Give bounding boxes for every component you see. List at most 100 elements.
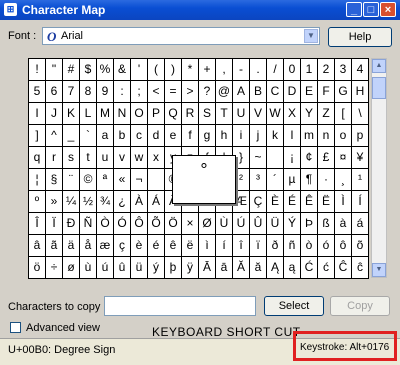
- char-cell[interactable]: Ù: [216, 213, 233, 235]
- scroll-down-icon[interactable]: ▼: [372, 263, 386, 277]
- char-cell[interactable]: à: [335, 213, 352, 235]
- char-cell[interactable]: è: [131, 235, 148, 257]
- char-cell[interactable]: t: [80, 147, 97, 169]
- char-cell[interactable]: &: [114, 59, 131, 81]
- char-cell[interactable]: e: [165, 125, 182, 147]
- chevron-down-icon[interactable]: ▼: [304, 29, 318, 43]
- char-cell[interactable]: J: [46, 103, 63, 125]
- char-cell[interactable]: v: [114, 147, 131, 169]
- char-cell[interactable]: ö: [29, 257, 46, 279]
- advanced-view-checkbox[interactable]: [10, 322, 21, 333]
- char-cell[interactable]: ¹: [352, 169, 369, 191]
- char-cell[interactable]: Y: [301, 103, 318, 125]
- char-cell[interactable]: %: [97, 59, 114, 81]
- char-cell[interactable]: Û: [250, 213, 267, 235]
- char-cell[interactable]: Ĉ: [335, 257, 352, 279]
- char-cell[interactable]: ): [165, 59, 182, 81]
- font-select[interactable]: O Arial ▼: [42, 27, 320, 45]
- copy-button[interactable]: Copy: [330, 296, 390, 316]
- char-cell[interactable]: [: [335, 103, 352, 125]
- char-cell[interactable]: $: [80, 59, 97, 81]
- char-cell[interactable]: F: [318, 81, 335, 103]
- char-cell[interactable]: +: [199, 59, 216, 81]
- char-cell[interactable]: £: [318, 147, 335, 169]
- char-cell[interactable]: º: [29, 191, 46, 213]
- char-cell[interactable]: ^: [46, 125, 63, 147]
- char-cell[interactable]: 1: [301, 59, 318, 81]
- char-cell[interactable]: d: [148, 125, 165, 147]
- minimize-button[interactable]: _: [346, 2, 362, 17]
- char-cell[interactable]: þ: [165, 257, 182, 279]
- char-cell[interactable]: Ò: [97, 213, 114, 235]
- char-cell[interactable]: ß: [318, 213, 335, 235]
- char-cell[interactable]: ï: [250, 235, 267, 257]
- char-cell[interactable]: í: [216, 235, 233, 257]
- char-cell[interactable]: ³: [250, 169, 267, 191]
- char-cell[interactable]: Ó: [114, 213, 131, 235]
- char-cell[interactable]: â: [29, 235, 46, 257]
- char-cell[interactable]: ú: [97, 257, 114, 279]
- char-cell[interactable]: ;: [131, 81, 148, 103]
- char-cell[interactable]: û: [114, 257, 131, 279]
- char-cell[interactable]: *: [182, 59, 199, 81]
- char-cell[interactable]: ă: [250, 257, 267, 279]
- char-cell[interactable]: õ: [352, 235, 369, 257]
- char-cell[interactable]: r: [46, 147, 63, 169]
- char-cell[interactable]: K: [63, 103, 80, 125]
- scroll-thumb[interactable]: [372, 77, 386, 99]
- char-cell[interactable]: é: [148, 235, 165, 257]
- char-cell[interactable]: Ă: [233, 257, 250, 279]
- char-cell[interactable]: æ: [97, 235, 114, 257]
- char-cell[interactable]: È: [267, 191, 284, 213]
- char-cell[interactable]: ­: [148, 169, 165, 191]
- char-cell[interactable]: ÿ: [182, 257, 199, 279]
- char-cell[interactable]: ì: [199, 235, 216, 257]
- char-cell[interactable]: G: [335, 81, 352, 103]
- char-cell[interactable]: ¤: [335, 147, 352, 169]
- char-cell[interactable]: ©: [80, 169, 97, 191]
- char-cell[interactable]: X: [284, 103, 301, 125]
- characters-to-copy-input[interactable]: [104, 296, 256, 316]
- char-cell[interactable]: g: [199, 125, 216, 147]
- char-cell[interactable]: /: [267, 59, 284, 81]
- char-cell[interactable]: L: [80, 103, 97, 125]
- char-cell[interactable]: ]: [29, 125, 46, 147]
- char-cell[interactable]: ê: [165, 235, 182, 257]
- char-cell[interactable]: I: [29, 103, 46, 125]
- char-cell[interactable]: H: [352, 81, 369, 103]
- char-cell[interactable]: ý: [148, 257, 165, 279]
- char-cell[interactable]: l: [284, 125, 301, 147]
- char-cell[interactable]: ¢: [301, 147, 318, 169]
- char-cell[interactable]: B: [250, 81, 267, 103]
- char-cell[interactable]: j: [250, 125, 267, 147]
- char-cell[interactable]: »: [46, 191, 63, 213]
- close-button[interactable]: ×: [380, 2, 396, 17]
- char-cell[interactable]: 4: [352, 59, 369, 81]
- char-cell[interactable]: W: [267, 103, 284, 125]
- char-cell[interactable]: o: [335, 125, 352, 147]
- char-cell[interactable]: ü: [131, 257, 148, 279]
- char-cell[interactable]: ¨: [63, 169, 80, 191]
- help-button[interactable]: Help: [328, 27, 392, 47]
- char-cell[interactable]: k: [267, 125, 284, 147]
- char-cell[interactable]: Ð: [63, 213, 80, 235]
- grid-scrollbar[interactable]: ▲ ▼: [371, 58, 387, 278]
- char-cell[interactable]: E: [301, 81, 318, 103]
- char-cell[interactable]: Ï: [46, 213, 63, 235]
- char-cell[interactable]: Ô: [131, 213, 148, 235]
- char-cell[interactable]: Ø: [199, 213, 216, 235]
- char-cell[interactable]: Ç: [250, 191, 267, 213]
- char-cell[interactable]: U: [233, 103, 250, 125]
- char-cell[interactable]: i: [233, 125, 250, 147]
- char-cell[interactable]: 3: [335, 59, 352, 81]
- char-cell[interactable]: #: [63, 59, 80, 81]
- char-cell[interactable]: ñ: [284, 235, 301, 257]
- char-cell[interactable]: ~: [250, 147, 267, 169]
- char-cell[interactable]: Î: [29, 213, 46, 235]
- char-cell[interactable]: ô: [335, 235, 352, 257]
- char-cell[interactable]: É: [284, 191, 301, 213]
- char-cell[interactable]: ': [131, 59, 148, 81]
- char-cell[interactable]: 5: [29, 81, 46, 103]
- char-cell[interactable]: ã: [46, 235, 63, 257]
- char-cell[interactable]: Ą: [267, 257, 284, 279]
